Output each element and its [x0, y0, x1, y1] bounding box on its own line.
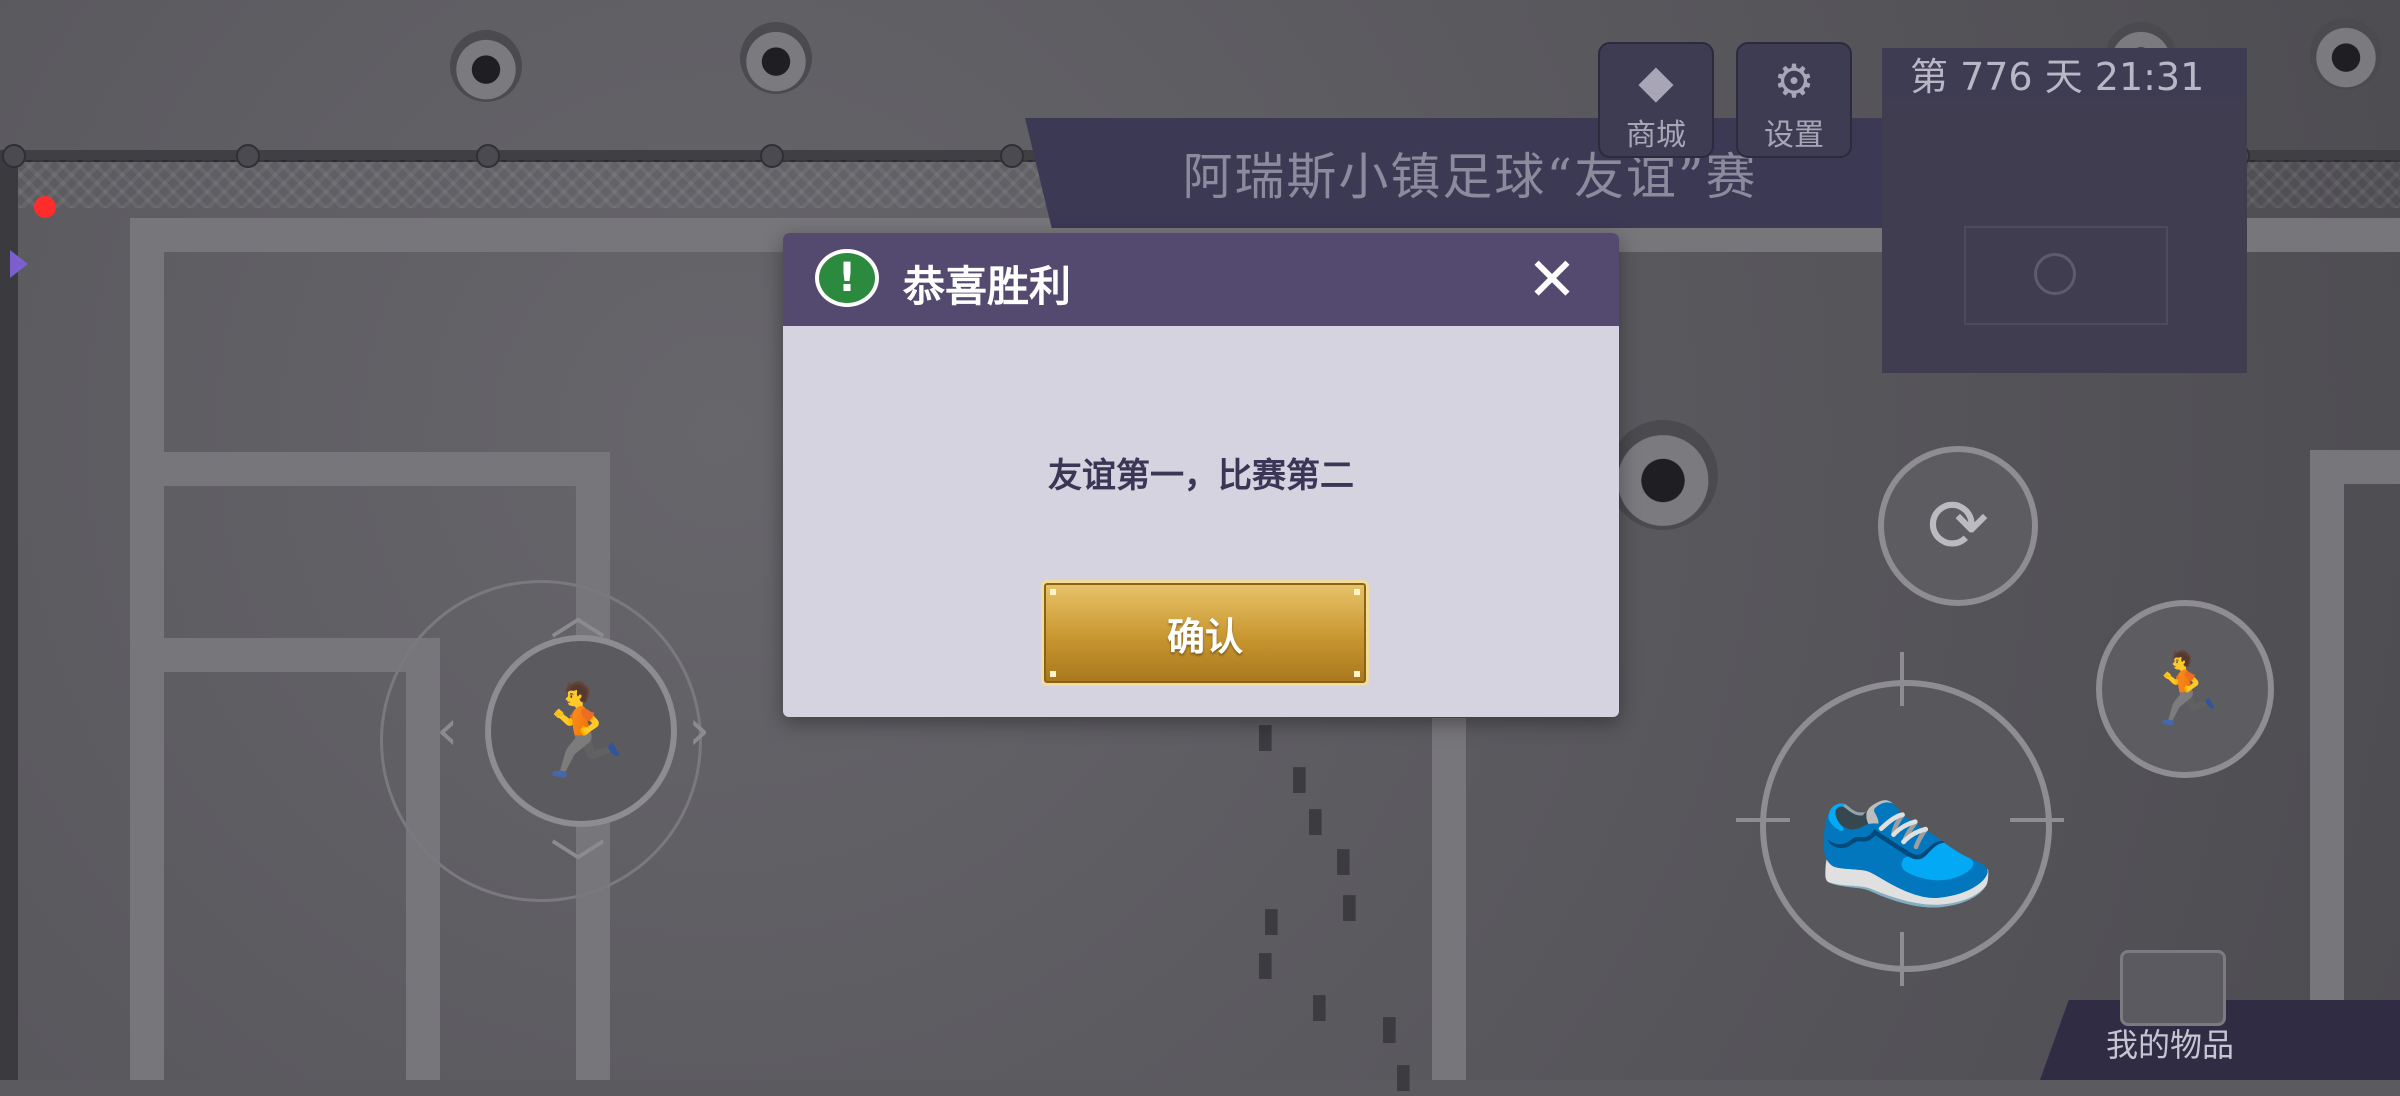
button-corner — [1050, 589, 1056, 595]
settings-label: 设置 — [1764, 118, 1824, 153]
arrow-right-icon: › — [688, 698, 711, 763]
arrow-left-icon: ‹ — [436, 698, 459, 763]
fence-post — [760, 144, 784, 168]
switch-player-button[interactable]: ⟳ — [1878, 446, 2038, 606]
fence-post — [1000, 144, 1024, 168]
kick-crosshair — [2010, 818, 2064, 822]
spectator — [2310, 18, 2382, 90]
button-corner — [1354, 589, 1360, 595]
exclamation-icon: ! — [815, 249, 879, 307]
fence — [0, 150, 18, 1080]
footprints: ▮ — [1380, 1008, 1399, 1048]
notification-dot — [34, 196, 56, 218]
arrow-up-icon: ︿ — [550, 583, 606, 648]
spectator — [740, 22, 812, 94]
my-items-button[interactable]: 我的物品 — [2106, 1020, 2234, 1066]
chest-icon[interactable] — [2120, 950, 2226, 1026]
fence-post — [2, 144, 26, 168]
day-time-display: 第 776 天 21:31 — [1882, 48, 2247, 99]
footprints: ▮ — [1340, 886, 1359, 926]
footprints: ▮ — [1256, 944, 1275, 984]
shop-button[interactable]: ◆ 商城 — [1598, 42, 1714, 158]
footprints: ▮ — [1256, 716, 1275, 756]
field-line — [1432, 718, 1466, 1080]
gear-icon: ⚙ — [1773, 54, 1815, 108]
close-icon[interactable]: ✕ — [1523, 250, 1581, 310]
day-time-text: 第 776 天 21:31 — [1910, 54, 2205, 99]
minimap-player-marker — [2034, 253, 2076, 295]
kick-crosshair — [1900, 652, 1904, 706]
field-line — [130, 638, 440, 672]
spectator — [450, 30, 522, 102]
confirm-label: 确认 — [1166, 614, 1243, 659]
footprints: ▮ — [1290, 758, 1309, 798]
kick-crosshair — [1900, 932, 1904, 986]
dialog-title: 恭喜胜利 — [903, 262, 1072, 311]
arrow-down-icon: ﹀ — [550, 835, 606, 900]
player-character — [1608, 420, 1718, 530]
button-corner — [1050, 671, 1056, 677]
side-panel-toggle-icon[interactable] — [10, 250, 28, 278]
kick-button[interactable]: 👟 — [1760, 680, 2052, 972]
footprints: ▮ — [1334, 840, 1353, 880]
run-icon[interactable]: 🏃 — [485, 635, 677, 827]
kick-crosshair — [1736, 818, 1790, 822]
shop-label: 商城 — [1626, 118, 1686, 153]
footprints: ▮ — [1394, 1056, 1413, 1096]
dialog-message: 友谊第一，比赛第二 — [1048, 456, 1354, 496]
footprints: ▮ — [1306, 800, 1325, 840]
field-line — [2310, 450, 2344, 1080]
footprints: ▮ — [1262, 900, 1281, 940]
confirm-button[interactable]: 确认 — [1041, 580, 1369, 686]
victory-dialog: ! 恭喜胜利 ✕ 友谊第一，比赛第二 确认 — [783, 233, 1619, 717]
diamond-icon: ◆ — [1638, 54, 1674, 108]
fence-post — [236, 144, 260, 168]
minimap[interactable] — [1882, 98, 2247, 373]
fence-post — [476, 144, 500, 168]
settings-button[interactable]: ⚙ 设置 — [1736, 42, 1852, 158]
button-corner — [1354, 671, 1360, 677]
field-line — [130, 452, 610, 486]
sprint-button[interactable]: 🏃 — [2096, 600, 2274, 778]
footprints: ▮ — [1310, 986, 1329, 1026]
